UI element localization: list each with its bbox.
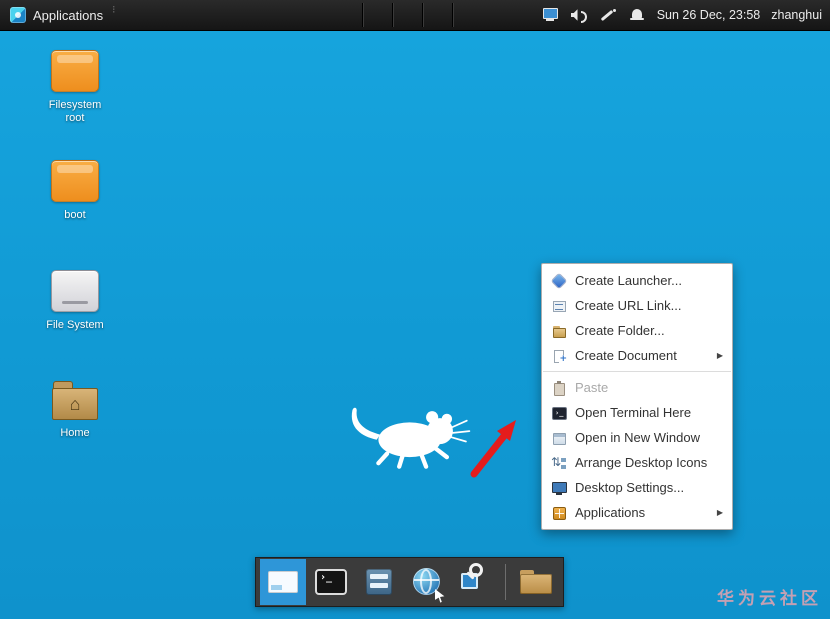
volume-icon[interactable] (570, 7, 588, 23)
desktop-icon-label: Home (60, 427, 90, 439)
desktop-icon-file-system[interactable]: File System (29, 270, 121, 380)
clock[interactable]: Sun 26 Dec, 23:58 (657, 8, 761, 22)
paste-icon (551, 380, 567, 396)
applications-menu-label: Applications (33, 7, 104, 23)
menu-separator (543, 371, 731, 372)
panel-separator (422, 3, 423, 27)
drive-orange-icon (51, 50, 99, 92)
menu-item-label: Create URL Link... (575, 298, 682, 313)
menu-item-create-folder[interactable]: Create Folder... (542, 318, 732, 343)
menu-item-desktop-settings[interactable]: Desktop Settings... (542, 475, 732, 500)
username[interactable]: zhanghui (771, 8, 822, 22)
top-panel: Applications ⁝ Sun 26 Dec, 23:58 zhanghu… (0, 0, 830, 31)
desktop-icon-label: File System (46, 319, 104, 331)
desktop-settings-icon (551, 480, 567, 496)
dock-item-app-finder[interactable] (452, 559, 498, 605)
menu-item-label: Open Terminal Here (575, 405, 692, 420)
desktop-icon-home[interactable]: Home (29, 380, 121, 490)
arrange-icons-icon (551, 455, 567, 471)
folder-icon (520, 570, 552, 594)
open-window-icon (551, 430, 567, 446)
terminal-icon (551, 405, 567, 421)
dock-item-desktop-switcher[interactable] (260, 559, 306, 605)
panel-handle: ⁝ (112, 4, 116, 16)
menu-item-label: Applications (575, 505, 646, 520)
panel-tray-area: Sun 26 Dec, 23:58 zhanghui (541, 0, 830, 30)
dock-separator (505, 564, 506, 600)
applications-icon (551, 505, 567, 521)
folder-home-icon (52, 380, 98, 420)
menu-item-create-launcher[interactable]: Create Launcher... (542, 268, 732, 293)
panel-separator (362, 3, 363, 27)
red-arrow-annotation (470, 420, 516, 478)
desktop[interactable]: Applications ⁝ Sun 26 Dec, 23:58 zhanghu… (0, 0, 830, 619)
watermark: 华为云社区 (717, 589, 822, 608)
desktop-icon-list: Filesystem root boot File System Home (29, 50, 121, 490)
menu-item-label: Open in New Window (575, 430, 700, 445)
desktop-icon-label: Filesystem root (48, 99, 102, 124)
panel-separator (392, 3, 393, 27)
notifications-bell-icon[interactable] (628, 7, 646, 23)
menu-item-open-in-new-window[interactable]: Open in New Window (542, 425, 732, 450)
distro-logo-icon (10, 7, 26, 23)
desktop-icon-filesystem-root[interactable]: Filesystem root (29, 50, 121, 160)
menu-item-arrange-desktop-icons[interactable]: Arrange Desktop Icons (542, 450, 732, 475)
context-menu: Create Launcher... Create URL Link... Crea… (541, 263, 733, 530)
file-manager-icon (366, 569, 392, 595)
menu-item-create-url-link[interactable]: Create URL Link... (542, 293, 732, 318)
applications-menu-button[interactable]: Applications (0, 0, 113, 30)
menu-item-label: Create Folder... (575, 323, 665, 338)
menu-item-create-document[interactable]: Create Document (542, 343, 732, 368)
menu-item-label: Desktop Settings... (575, 480, 685, 495)
dock-item-folder[interactable] (513, 559, 559, 605)
desktop-icon-label: boot (64, 209, 86, 221)
magnifier-icon (469, 563, 483, 577)
drive-light-icon (51, 270, 99, 312)
create-url-link-icon (551, 298, 567, 314)
drive-orange-icon (51, 160, 99, 202)
desktop-window-icon (268, 571, 298, 593)
menu-item-label: Arrange Desktop Icons (575, 455, 708, 470)
dock-item-web-browser[interactable] (404, 559, 450, 605)
dock-item-terminal[interactable] (308, 559, 354, 605)
pen-icon[interactable] (599, 7, 617, 23)
create-launcher-icon (551, 273, 567, 289)
mouse-pointer-icon (435, 589, 445, 603)
menu-item-label: Paste (575, 380, 609, 395)
panel-separator (452, 3, 453, 27)
create-folder-icon (551, 323, 567, 339)
dock (255, 557, 564, 607)
create-document-icon (551, 348, 567, 364)
desktop-icon-boot[interactable]: boot (29, 160, 121, 270)
terminal-icon (315, 569, 347, 595)
menu-item-label: Create Launcher... (575, 273, 682, 288)
dock-item-file-manager[interactable] (356, 559, 402, 605)
menu-item-applications[interactable]: Applications (542, 500, 732, 525)
display-icon[interactable] (541, 7, 559, 23)
xfce-mouse-logo (351, 407, 471, 469)
menu-item-open-terminal-here[interactable]: Open Terminal Here (542, 400, 732, 425)
menu-item-paste: Paste (542, 375, 732, 400)
menu-item-label: Create Document (575, 348, 677, 363)
